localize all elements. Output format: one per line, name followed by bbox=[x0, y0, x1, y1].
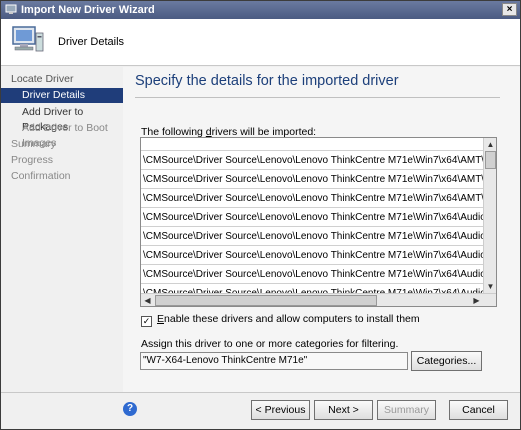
list-item[interactable]: \CMSource\Driver Source\Lenovo\Lenovo Th… bbox=[141, 227, 484, 246]
categories-button[interactable]: Categories... bbox=[411, 351, 482, 371]
wizard-steps-nav: Locate Driver Driver Details Add Driver … bbox=[1, 67, 123, 392]
categories-field: "W7-X64-Lenovo ThinkCentre M71e" bbox=[140, 352, 408, 370]
page-title: Specify the details for the imported dri… bbox=[135, 73, 399, 89]
scroll-up-arrow-icon[interactable]: ▲ bbox=[484, 138, 496, 151]
window-title: Import New Driver Wizard bbox=[21, 4, 155, 16]
header-band: Driver Details bbox=[1, 19, 520, 66]
list-item[interactable]: \CMSource\Driver Source\Lenovo\Lenovo Th… bbox=[141, 170, 484, 189]
summary-button[interactable]: Summary bbox=[377, 400, 436, 420]
help-icon[interactable]: ? bbox=[123, 402, 137, 416]
divider bbox=[135, 97, 500, 98]
header-title: Driver Details bbox=[58, 36, 125, 48]
scroll-left-arrow-icon[interactable]: ◀ bbox=[141, 294, 154, 306]
drivers-list[interactable]: \CMSource\Driver Source\Lenovo\Lenovo Th… bbox=[140, 137, 497, 307]
footer-divider bbox=[1, 392, 520, 393]
list-column-header[interactable] bbox=[141, 138, 484, 151]
vertical-scrollbar[interactable]: ▲ ▼ bbox=[483, 138, 496, 293]
close-button[interactable]: × bbox=[502, 3, 517, 16]
previous-button[interactable]: < Previous bbox=[251, 400, 310, 420]
list-item[interactable]: \CMSource\Driver Source\Lenovo\Lenovo Th… bbox=[141, 246, 484, 265]
next-button[interactable]: Next > bbox=[314, 400, 373, 420]
checkbox-accelerator: E bbox=[157, 313, 165, 325]
enable-drivers-option[interactable]: ✓ Enable these drivers and allow computer… bbox=[141, 313, 420, 327]
scroll-right-arrow-icon[interactable]: ▶ bbox=[470, 294, 483, 306]
main-panel: Specify the details for the imported dri… bbox=[123, 67, 520, 392]
assign-categories-label: Assign this driver to one or more catego… bbox=[141, 338, 399, 350]
nav-add-driver-to-packages[interactable]: Add Driver to Packages bbox=[1, 105, 123, 133]
horizontal-scroll-thumb[interactable] bbox=[155, 295, 377, 306]
horizontal-scrollbar[interactable]: ◀ ▶ bbox=[141, 293, 496, 306]
scroll-down-arrow-icon[interactable]: ▼ bbox=[484, 280, 496, 293]
drivers-list-rows: \CMSource\Driver Source\Lenovo\Lenovo Th… bbox=[141, 138, 484, 293]
nav-add-driver-to-boot-images[interactable]: Add Driver to Boot Images bbox=[1, 121, 123, 149]
list-item[interactable]: \CMSource\Driver Source\Lenovo\Lenovo Th… bbox=[141, 208, 484, 227]
list-item[interactable]: \CMSource\Driver Source\Lenovo\Lenovo Th… bbox=[141, 265, 484, 284]
nav-locate-driver[interactable]: Locate Driver bbox=[1, 72, 123, 87]
enable-drivers-checkbox[interactable]: ✓ bbox=[141, 316, 152, 327]
computer-icon bbox=[12, 26, 44, 52]
wizard-window: Import New Driver Wizard × Driver Detail… bbox=[0, 0, 521, 430]
title-bar: Import New Driver Wizard × bbox=[1, 1, 520, 19]
nav-summary[interactable]: Summary bbox=[1, 137, 123, 152]
vertical-scroll-thumb[interactable] bbox=[485, 151, 496, 169]
cancel-button[interactable]: Cancel bbox=[449, 400, 508, 420]
computer-icon bbox=[5, 4, 17, 14]
list-item[interactable]: \CMSource\Driver Source\Lenovo\Lenovo Th… bbox=[141, 284, 484, 293]
enable-drivers-label: nable these drivers and allow computers … bbox=[164, 313, 420, 325]
list-item[interactable]: \CMSource\Driver Source\Lenovo\Lenovo Th… bbox=[141, 189, 484, 208]
list-item[interactable]: \CMSource\Driver Source\Lenovo\Lenovo Th… bbox=[141, 151, 484, 170]
nav-driver-details[interactable]: Driver Details bbox=[1, 88, 123, 103]
nav-progress[interactable]: Progress bbox=[1, 153, 123, 168]
nav-confirmation[interactable]: Confirmation bbox=[1, 169, 123, 184]
